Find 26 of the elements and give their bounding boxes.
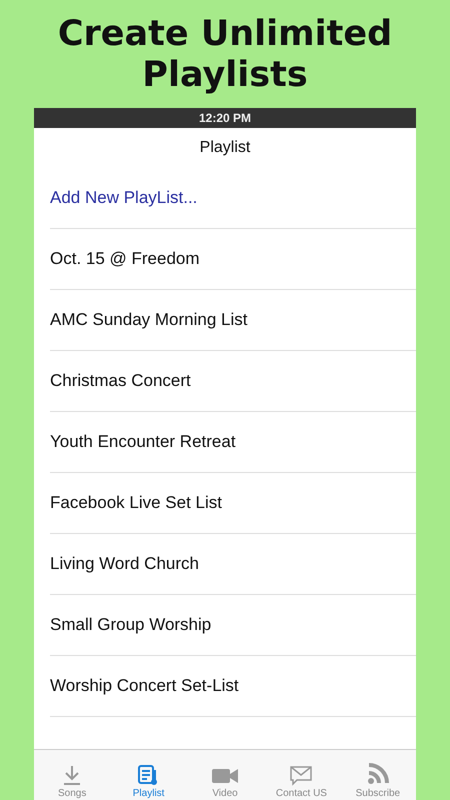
list-row[interactable]: Add New PlayList...	[50, 168, 416, 229]
list-row[interactable]: Living Word Church	[50, 534, 416, 595]
playlist-name: AMC Sunday Morning List	[50, 310, 248, 330]
playlist-name: Small Group Worship	[50, 615, 212, 635]
playlist-name: Worship Concert Set-List	[50, 676, 239, 696]
list-row[interactable]: Christmas Concert	[50, 351, 416, 412]
video-camera-icon	[211, 766, 240, 786]
playlist-name: Living Word Church	[50, 554, 199, 574]
mail-icon	[289, 764, 314, 786]
tab[interactable]: Playlist	[110, 750, 187, 800]
headline: Create Unlimited Playlists	[56, 13, 394, 97]
playlist-name: Facebook Live Set List	[50, 493, 222, 513]
list-row[interactable]: Facebook Live Set List	[50, 473, 416, 534]
playlist-name: Oct. 15 @ Freedom	[50, 249, 200, 269]
rss-icon	[366, 762, 390, 786]
nav-title: Playlist	[200, 139, 250, 157]
status-time: 12:20 PM	[198, 111, 252, 125]
playlist-name: Youth Encounter Retreat	[50, 432, 236, 452]
list-row[interactable]: Oct. 15 @ Freedom	[50, 229, 416, 290]
add-playlist-link: Add New PlayList...	[50, 188, 198, 208]
list-row[interactable]: Youth Encounter Retreat	[50, 412, 416, 473]
download-icon	[62, 764, 82, 786]
list-row[interactable]: Small Group Worship	[50, 595, 416, 656]
list-row[interactable]: AMC Sunday Morning List	[50, 290, 416, 351]
playlist-name: Christmas Concert	[50, 371, 191, 391]
list-row[interactable]: Worship Concert Set-List	[50, 656, 416, 717]
